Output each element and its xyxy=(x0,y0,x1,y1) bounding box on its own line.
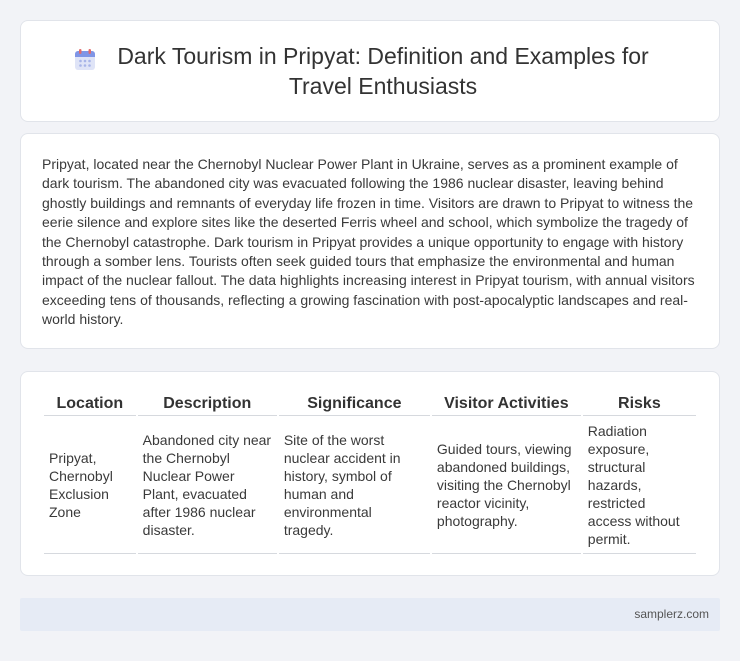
table-header-row: Location Description Significance Visito… xyxy=(44,392,696,416)
column-header-visitor-activities: Visitor Activities xyxy=(431,392,581,416)
cell-risks: Radiation exposure, structural hazards, … xyxy=(582,416,696,554)
table-row: Pripyat, Chernobyl Exclusion Zone Abando… xyxy=(44,416,696,554)
intro-card: Pripyat, located near the Chernobyl Nucl… xyxy=(20,133,720,349)
cell-description: Abandoned city near the Chernobyl Nuclea… xyxy=(137,416,277,554)
info-table: Location Description Significance Visito… xyxy=(42,392,698,554)
footer-site-link[interactable]: samplerz.com xyxy=(634,607,709,621)
cell-visitor-activities: Guided tours, viewing abandoned building… xyxy=(431,416,581,554)
column-header-location: Location xyxy=(44,392,136,416)
intro-paragraph: Pripyat, located near the Chernobyl Nucl… xyxy=(42,156,695,328)
cell-location: Pripyat, Chernobyl Exclusion Zone xyxy=(44,416,136,554)
footer-bar: samplerz.com xyxy=(20,598,720,631)
cell-significance: Site of the worst nuclear accident in hi… xyxy=(278,416,430,554)
column-header-significance: Significance xyxy=(278,392,430,416)
page-title: Dark Tourism in Pripyat: Definition and … xyxy=(117,43,649,99)
table-card: Location Description Significance Visito… xyxy=(20,371,720,576)
title-card: Dark Tourism in Pripyat: Definition and … xyxy=(20,20,720,122)
column-header-description: Description xyxy=(137,392,277,416)
title-wrap: Dark Tourism in Pripyat: Definition and … xyxy=(21,21,719,121)
column-header-risks: Risks xyxy=(582,392,696,416)
